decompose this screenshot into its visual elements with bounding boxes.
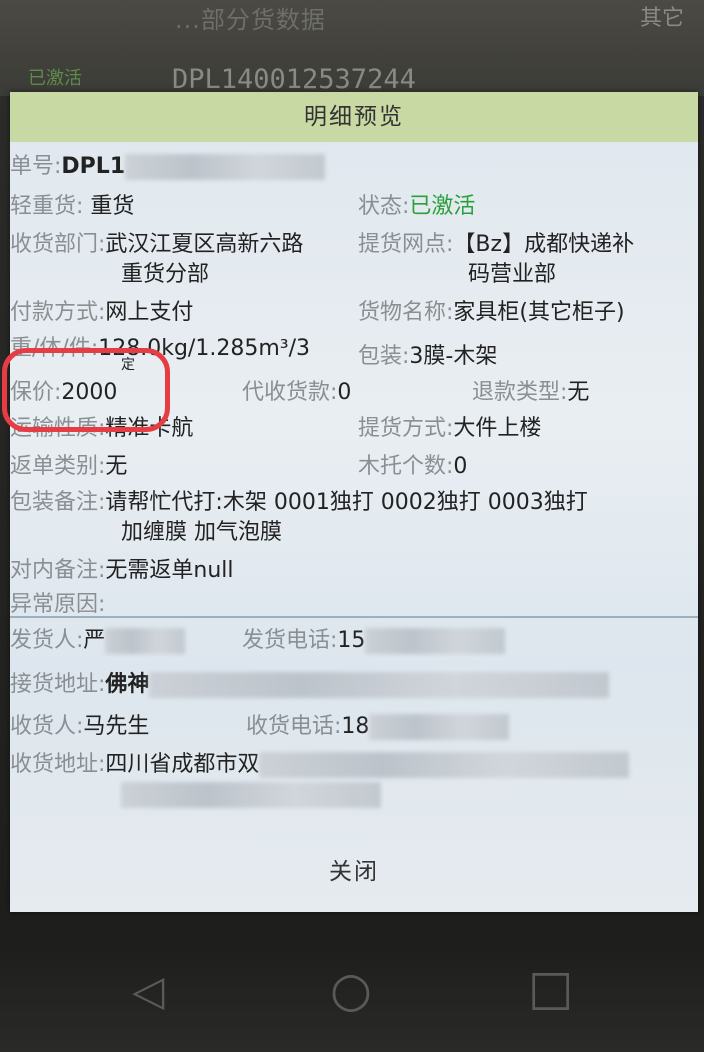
refund-type-value: 无	[567, 380, 590, 405]
home-icon[interactable]: ○	[330, 962, 372, 1018]
redaction-blur	[105, 628, 186, 654]
shipper-phone-label: 发货电话:	[242, 628, 338, 653]
redaction-blur	[259, 752, 630, 778]
receiving-dept-value-2: 重货分部	[121, 262, 210, 287]
packing-row: 包装:3膜-木架	[358, 338, 497, 370]
redaction-blur	[149, 672, 610, 698]
exception-row: 异常原因:	[10, 586, 105, 618]
packing-note-value-2: 加缠膜 加气泡膜	[121, 520, 282, 545]
order-no-row: 单号:DPL1	[10, 148, 326, 180]
close-button[interactable]: 关闭	[10, 832, 698, 912]
status-value: 已激活	[409, 194, 476, 219]
background-status: 已激活	[28, 68, 82, 89]
consignee-value: 马先生	[83, 714, 150, 739]
background-text-right: 其它	[640, 6, 685, 31]
weight-type-row: 轻重货: 重货	[10, 188, 134, 220]
payment-value: 网上支付	[105, 300, 194, 325]
pallet-count-value: 0	[453, 454, 468, 479]
goods-name-row: 货物名称:家具柜(其它柜子)	[358, 294, 625, 326]
dialog-title: 明细预览	[10, 92, 698, 142]
exception-label: 异常原因:	[10, 592, 106, 617]
shipper-row: 发货人:严	[10, 622, 186, 654]
consignee-phone-row: 收货电话:18	[246, 708, 510, 740]
return-type-label: 返单类别:	[10, 454, 106, 479]
shipper-phone-row: 发货电话:15	[242, 622, 506, 654]
goods-name-value: 家具柜(其它柜子)	[453, 300, 625, 325]
pickup-method-row: 提货方式:大件上楼	[358, 410, 541, 442]
consignee-address-row: 收货地址:四川省成都市双	[10, 746, 630, 778]
consignee-row: 收货人:马先生	[10, 708, 149, 740]
consignee-address-row-2	[121, 782, 381, 808]
receiving-dept-label: 收货部门:	[10, 232, 106, 257]
background-order-number: DPL140012537244	[172, 64, 416, 95]
packing-note-label: 包装备注:	[10, 490, 106, 515]
status-label: 状态:	[358, 194, 410, 219]
internal-note-label: 对内备注:	[10, 558, 106, 583]
refund-type-label: 退款类型:	[472, 380, 568, 405]
weight-type-label: 轻重货:	[10, 194, 84, 219]
background-text: ...部分货数据	[175, 6, 326, 34]
pickup-point-row-2: 码营业部	[468, 256, 556, 288]
payment-row: 付款方式:网上支付	[10, 294, 193, 326]
receiving-dept-value: 武汉江夏区高新六路	[105, 232, 304, 257]
packing-note-row: 包装备注:请帮忙代打:木架 0001独打 0002独打 0003独打	[10, 484, 588, 516]
cod-value: 0	[337, 380, 352, 405]
payment-label: 付款方式:	[10, 300, 106, 325]
highlight-circle-annotation	[2, 348, 170, 432]
pickup-point-value: 【Bz】成都快递补	[453, 232, 635, 257]
cod-row: 代收货款:0	[242, 374, 351, 406]
consignee-phone-label: 收货电话:	[246, 714, 342, 739]
return-type-row: 返单类别:无	[10, 448, 127, 480]
redaction-blur	[369, 714, 510, 740]
background-app: ...部分货数据 已激活 DPL140012537244 其它	[0, 0, 704, 96]
consignee-label: 收货人:	[10, 714, 84, 739]
detail-preview-dialog: 明细预览 单号:DPL1 轻重货: 重货 状态:已激活 收货部门:武汉江夏区高新…	[10, 92, 698, 912]
weight-type-value: 重货	[90, 194, 135, 219]
shipper-value: 严	[83, 628, 106, 653]
pickup-address-value: 佛神	[105, 672, 150, 697]
back-icon[interactable]: ◁	[132, 966, 164, 1015]
internal-note-value: 无需返单null	[105, 558, 234, 583]
android-nav-bar: ◁ ○ □	[0, 940, 704, 1040]
recents-icon[interactable]: □	[528, 960, 573, 1016]
order-no-value: DPL1	[61, 154, 126, 179]
packing-note-value: 请帮忙代打:木架 0001独打 0002独打 0003独打	[105, 490, 588, 515]
pickup-address-row: 接货地址:佛神	[10, 666, 610, 698]
pickup-address-label: 接货地址:	[10, 672, 106, 697]
internal-note-row: 对内备注:无需返单null	[10, 552, 234, 584]
packing-value: 3膜-木架	[409, 344, 498, 369]
receiving-dept-row-2: 重货分部	[121, 256, 209, 288]
status-row: 状态:已激活	[358, 188, 475, 220]
packing-label: 包装:	[358, 344, 410, 369]
pallet-count-row: 木托个数:0	[358, 448, 467, 480]
packing-note-row-2: 加缠膜 加气泡膜	[121, 514, 282, 546]
redaction-blur	[121, 782, 381, 808]
redaction-blur	[365, 628, 506, 654]
consignee-address-label: 收货地址:	[10, 752, 106, 777]
redaction-blur	[125, 154, 326, 180]
return-type-value: 无	[105, 454, 128, 479]
order-no-label: 单号:	[10, 154, 62, 179]
cod-label: 代收货款:	[242, 380, 338, 405]
goods-name-label: 货物名称:	[358, 300, 454, 325]
receiving-dept-row: 收货部门:武汉江夏区高新六路	[10, 226, 303, 258]
pickup-method-label: 提货方式:	[358, 416, 454, 441]
pallet-count-label: 木托个数:	[358, 454, 454, 479]
shipper-phone-value: 15	[337, 628, 366, 653]
pickup-point-row: 提货网点:【Bz】成都快递补	[358, 226, 634, 258]
consignee-address-value: 四川省成都市双	[105, 752, 260, 777]
pickup-point-label: 提货网点:	[358, 232, 454, 257]
refund-type-row: 退款类型:无	[472, 374, 589, 406]
section-divider	[10, 616, 698, 618]
shipper-label: 发货人:	[10, 628, 84, 653]
consignee-phone-value: 18	[341, 714, 370, 739]
pickup-point-value-2: 码营业部	[468, 262, 557, 287]
pickup-method-value: 大件上楼	[453, 416, 542, 441]
